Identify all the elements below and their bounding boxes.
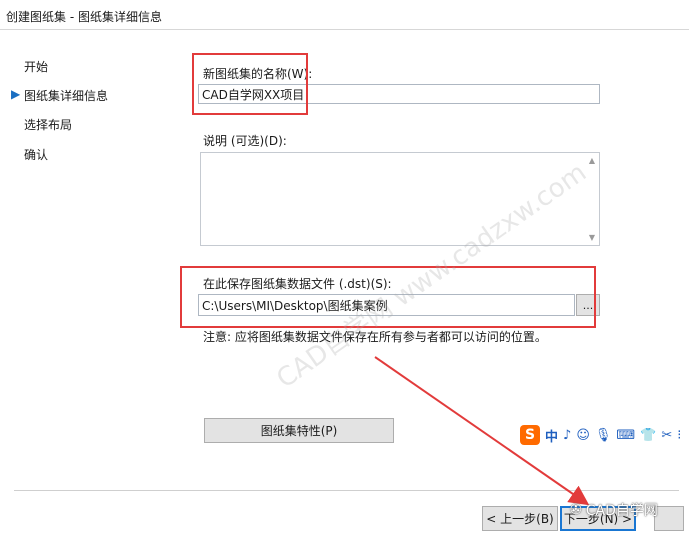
back-button[interactable]: < 上一步(B): [482, 506, 558, 531]
wechat-label: CAD自学网: [585, 503, 658, 519]
wechat-watermark: ✇ CAD自学网: [570, 500, 658, 520]
wechat-icon: ✇: [570, 502, 582, 518]
cancel-button[interactable]: [654, 506, 684, 531]
annotation-arrow: [374, 356, 590, 506]
